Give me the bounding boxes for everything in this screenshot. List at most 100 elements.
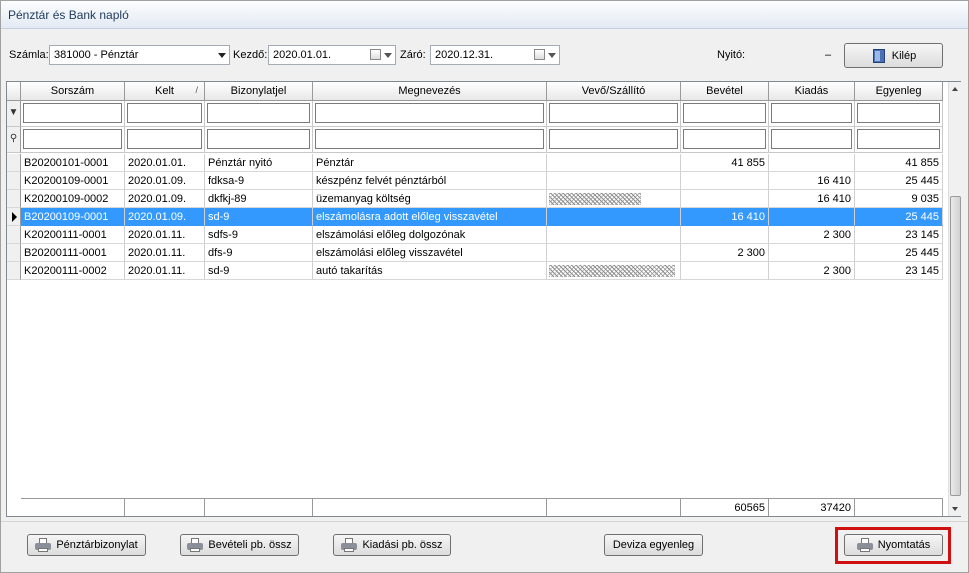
scroll-up-icon[interactable] (949, 82, 962, 96)
col-vevo-szallito-cell[interactable] (547, 226, 681, 244)
journal-grid[interactable]: Sorszám Kelt / Bizonylatjel Megnevezés Vevő/S… (6, 81, 961, 517)
row-selector[interactable] (7, 244, 21, 262)
col-kiadas-cell[interactable]: 16 410 (769, 172, 855, 190)
col-kiadas-filter-row-input[interactable] (771, 103, 852, 123)
col-egyenleg-cell[interactable]: 25 445 (855, 244, 943, 262)
scroll-down-icon[interactable] (949, 502, 962, 516)
col-sorszam-cell[interactable]: B20200111-0001 (21, 244, 125, 262)
col-sorszam-header[interactable]: Sorszám (21, 82, 125, 101)
col-kiadas-cell[interactable] (769, 244, 855, 262)
col-bevetel-cell[interactable] (681, 172, 769, 190)
col-bizonylatjel-cell[interactable]: Pénztár nyitó (205, 154, 313, 172)
col-megnevezes-cell[interactable]: készpénz felvét pénztárból (313, 172, 547, 190)
col-kiadas-cell[interactable] (769, 154, 855, 172)
col-bizonylatjel-filter-row-input[interactable] (207, 103, 310, 123)
col-bevetel-filter-row-input[interactable] (683, 103, 766, 123)
col-bevetel-cell[interactable] (681, 226, 769, 244)
col-vevo-szallito-search-row-input[interactable] (549, 129, 678, 149)
col-bizonylatjel-cell[interactable]: sdfs-9 (205, 226, 313, 244)
col-kelt-header[interactable]: Kelt / (125, 82, 205, 101)
col-vevo-szallito-cell[interactable] (547, 154, 681, 172)
col-megnevezes-filter-row-input[interactable] (315, 103, 544, 123)
current-row-indicator-icon[interactable] (7, 208, 21, 226)
income-summary-button[interactable]: Bevételi pb. össz (180, 534, 299, 556)
col-kelt-cell[interactable]: 2020.01.11. (125, 226, 205, 244)
end-date-picker[interactable]: 2020.12.31. (430, 45, 560, 65)
col-egyenleg-cell[interactable]: 23 145 (855, 226, 943, 244)
col-megnevezes-cell[interactable]: autó takarítás (313, 262, 547, 280)
col-egyenleg-cell[interactable]: 23 145 (855, 262, 943, 280)
col-bevetel-cell[interactable]: 16 410 (681, 208, 769, 226)
col-bevetel-cell[interactable]: 2 300 (681, 244, 769, 262)
col-sorszam-cell[interactable]: B20200109-0001 (21, 208, 125, 226)
col-megnevezes-header[interactable]: Megnevezés (313, 82, 547, 101)
col-bizonylatjel-cell[interactable]: sd-9 (205, 262, 313, 280)
col-sorszam-cell[interactable]: K20200111-0002 (21, 262, 125, 280)
col-sorszam-cell[interactable]: K20200109-0001 (21, 172, 125, 190)
row-selector[interactable] (7, 172, 21, 190)
col-sorszam-search-row-input[interactable] (23, 129, 122, 149)
col-kiadas-cell[interactable]: 2 300 (769, 262, 855, 280)
vertical-scrollbar[interactable] (948, 82, 961, 516)
col-bizonylatjel-cell[interactable]: dkfkj-89 (205, 190, 313, 208)
calendar-icon[interactable] (370, 49, 381, 60)
row-selector[interactable] (7, 190, 21, 208)
col-vevo-szallito-cell[interactable] (547, 172, 681, 190)
col-egyenleg-search-row-input[interactable] (857, 129, 940, 149)
row-selector[interactable] (7, 226, 21, 244)
chevron-down-icon[interactable] (548, 53, 556, 58)
col-kiadas-header[interactable]: Kiadás (769, 82, 855, 101)
col-vevo-szallito-cell[interactable] (547, 208, 681, 226)
col-vevo-szallito-filter-row-input[interactable] (549, 103, 678, 123)
col-megnevezes-cell[interactable]: elszámolási előleg visszavétel (313, 244, 547, 262)
row-selector[interactable] (7, 154, 21, 172)
col-egyenleg-cell[interactable]: 25 445 (855, 172, 943, 190)
account-select[interactable]: 381000 - Pénztár (49, 45, 230, 65)
col-bizonylatjel-cell[interactable]: dfs-9 (205, 244, 313, 262)
col-bevetel-header[interactable]: Bevétel (681, 82, 769, 101)
col-egyenleg-filter-row-input[interactable] (857, 103, 940, 123)
col-kelt-filter-row-input[interactable] (127, 103, 202, 123)
col-bevetel-cell[interactable]: 41 855 (681, 154, 769, 172)
scroll-thumb[interactable] (950, 196, 961, 496)
col-egyenleg-cell[interactable]: 25 445 (855, 208, 943, 226)
col-sorszam-filter-row-input[interactable] (23, 103, 122, 123)
col-kelt-cell[interactable]: 2020.01.09. (125, 208, 205, 226)
col-kelt-cell[interactable]: 2020.01.01. (125, 154, 205, 172)
col-egyenleg-cell[interactable]: 9 035 (855, 190, 943, 208)
col-bevetel-search-row-input[interactable] (683, 129, 766, 149)
start-date-picker[interactable]: 2020.01.01. (268, 45, 396, 65)
col-bevetel-cell[interactable] (681, 262, 769, 280)
row-selector[interactable] (7, 262, 21, 280)
col-megnevezes-cell[interactable]: Pénztár (313, 154, 547, 172)
col-vevo-szallito-cell[interactable] (547, 244, 681, 262)
col-kiadas-cell[interactable]: 2 300 (769, 226, 855, 244)
col-bizonylatjel-cell[interactable]: sd-9 (205, 208, 313, 226)
col-egyenleg-header[interactable]: Egyenleg (855, 82, 943, 101)
col-kiadas-search-row-input[interactable] (771, 129, 852, 149)
col-kelt-cell[interactable]: 2020.01.09. (125, 190, 205, 208)
col-bizonylatjel-search-row-input[interactable] (207, 129, 310, 149)
col-megnevezes-cell[interactable]: elszámolásra adott előleg visszavétel (313, 208, 547, 226)
col-kelt-cell[interactable]: 2020.01.09. (125, 172, 205, 190)
col-megnevezes-cell[interactable]: üzemanyag költség (313, 190, 547, 208)
col-bizonylatjel-header[interactable]: Bizonylatjel (205, 82, 313, 101)
col-kelt-cell[interactable]: 2020.01.11. (125, 262, 205, 280)
col-bevetel-cell[interactable] (681, 190, 769, 208)
col-kiadas-cell[interactable]: 16 410 (769, 190, 855, 208)
col-sorszam-cell[interactable]: K20200109-0002 (21, 190, 125, 208)
col-egyenleg-cell[interactable]: 41 855 (855, 154, 943, 172)
col-megnevezes-search-row-input[interactable] (315, 129, 544, 149)
col-vevo-szallito-header[interactable]: Vevő/Szállító (547, 82, 681, 101)
cash-voucher-button[interactable]: Pénztárbizonylat (27, 534, 146, 556)
grid-options-icon[interactable] (7, 82, 21, 101)
col-megnevezes-cell[interactable]: elszámolási előleg dolgozónak (313, 226, 547, 244)
col-kiadas-cell[interactable] (769, 208, 855, 226)
calendar-icon[interactable] (534, 49, 545, 60)
chevron-down-icon[interactable] (384, 53, 392, 58)
col-kelt-search-row-input[interactable] (127, 129, 202, 149)
col-sorszam-cell[interactable]: B20200101-0001 (21, 154, 125, 172)
expense-summary-button[interactable]: Kiadási pb. össz (333, 534, 451, 556)
col-kelt-cell[interactable]: 2020.01.11. (125, 244, 205, 262)
col-bizonylatjel-cell[interactable]: fdksa-9 (205, 172, 313, 190)
